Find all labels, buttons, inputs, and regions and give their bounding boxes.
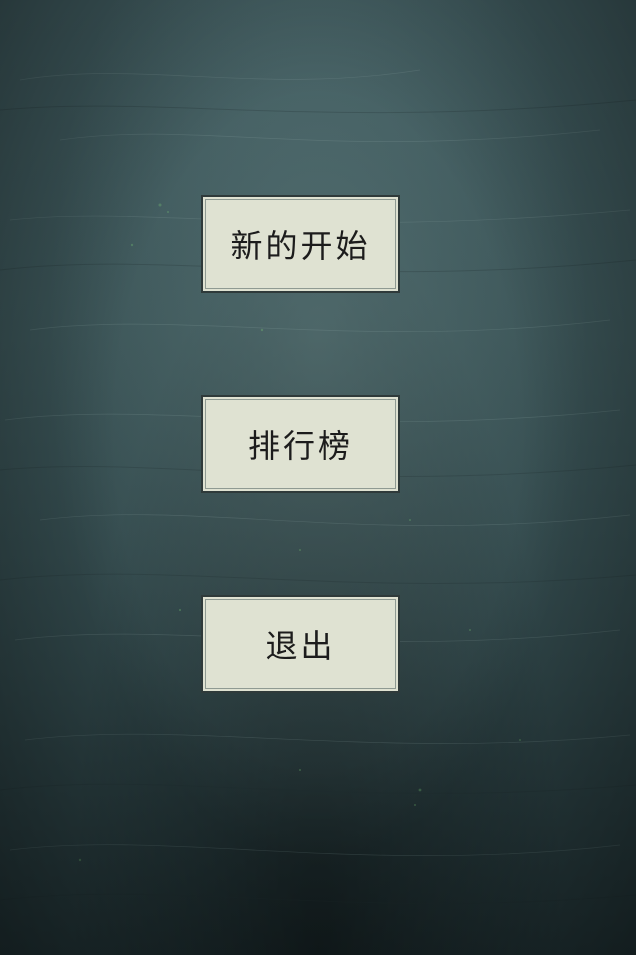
leaderboard-label: 排行榜 (247, 427, 353, 465)
exit-label: 退出 (265, 627, 336, 665)
leaderboard-button[interactable]: 排行榜 (201, 395, 400, 493)
new-game-button[interactable]: 新的开始 (201, 195, 400, 293)
new-game-label: 新的开始 (230, 227, 371, 265)
exit-button[interactable]: 退出 (201, 595, 400, 693)
